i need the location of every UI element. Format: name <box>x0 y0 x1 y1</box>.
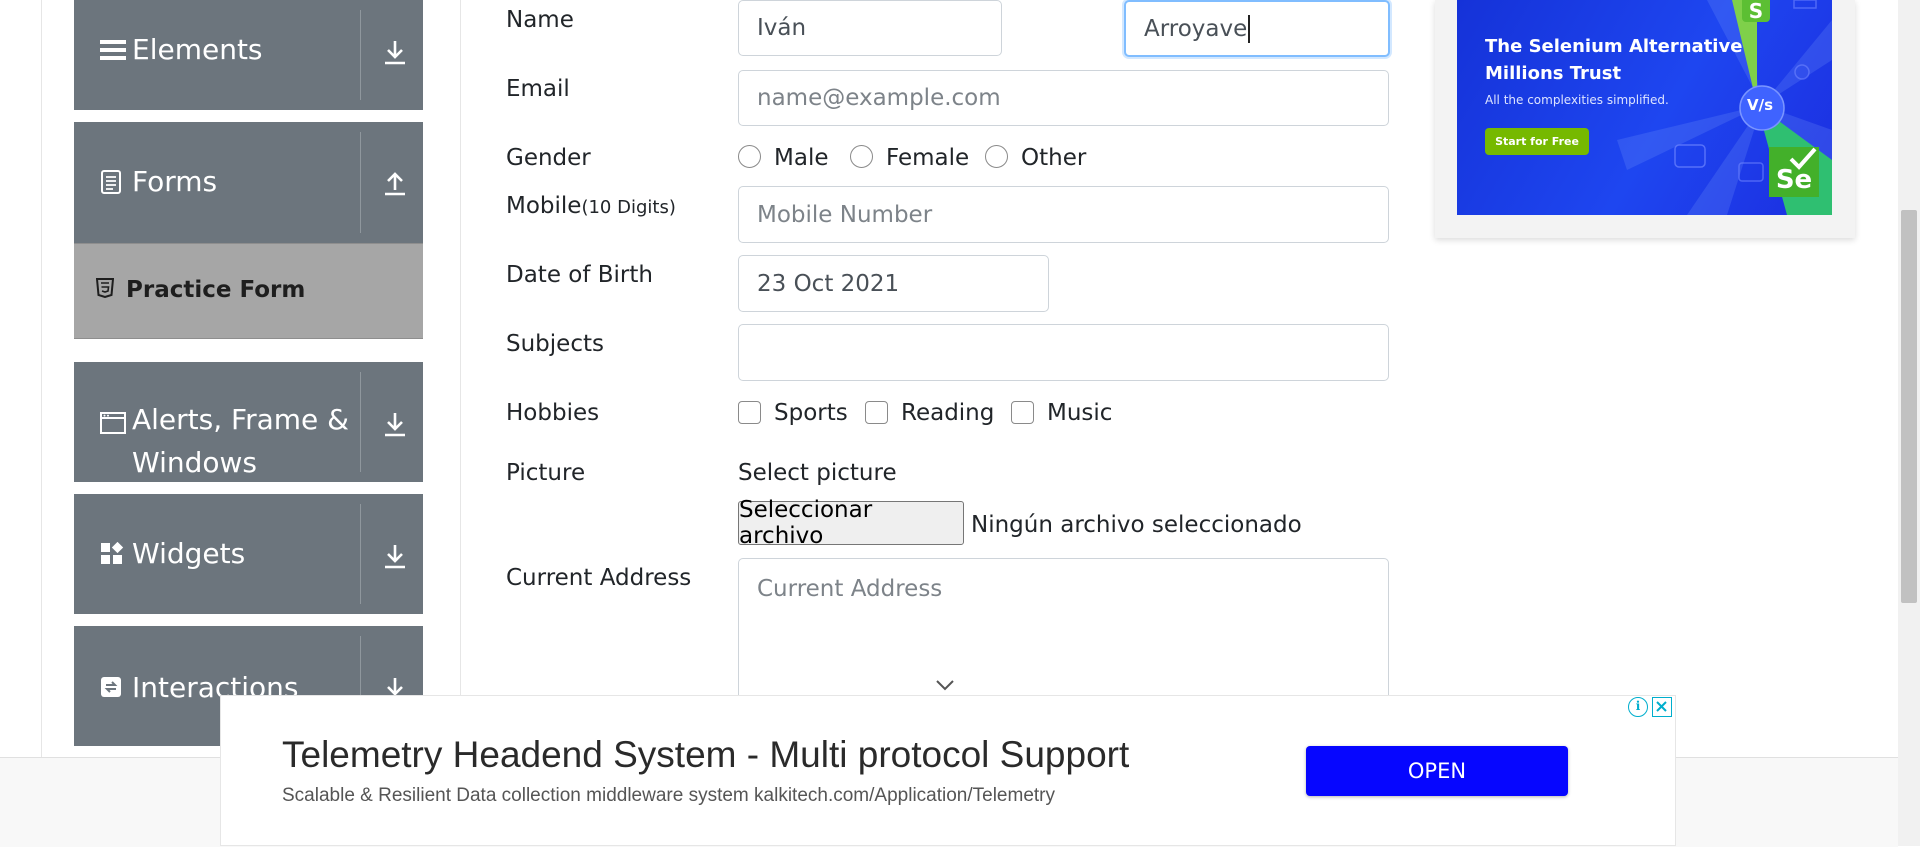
download-arrow-icon[interactable] <box>380 37 410 67</box>
file-status-text: Ningún archivo seleccionado <box>971 512 1302 538</box>
subjects-input[interactable] <box>738 324 1389 381</box>
gender-label: Gender <box>506 145 591 171</box>
widgets-icon <box>100 541 124 570</box>
ad-headline-2: Millions Trust <box>1485 63 1622 84</box>
document-icon <box>100 169 122 199</box>
sidebar-group-forms[interactable]: Forms <box>74 122 423 243</box>
ad-info-icon[interactable]: i <box>1628 697 1648 717</box>
sidebar-group-alerts-frame-windows[interactable]: Alerts, Frame & Windows <box>74 362 423 482</box>
sidebar-group-elements[interactable]: Elements <box>74 0 423 110</box>
current-address-label: Current Address <box>506 565 692 591</box>
hobbies-label: Hobbies <box>506 400 600 426</box>
bottom-ad-title[interactable]: Telemetry Headend System - Multi protoco… <box>282 734 1129 776</box>
sidebar-group-widgets[interactable]: Widgets <box>74 494 423 614</box>
download-arrow-icon[interactable] <box>380 409 410 439</box>
last-name-value: Arroyave <box>1144 15 1248 42</box>
interactions-icon <box>100 676 122 702</box>
address-placeholder: Current Address <box>757 576 943 602</box>
hobby-music-label[interactable]: Music <box>1047 400 1112 426</box>
last-name-input[interactable]: Arroyave <box>1124 0 1390 57</box>
ad-subline: All the complexities simplified. <box>1485 93 1669 107</box>
current-address-textarea[interactable]: Current Address <box>738 558 1389 718</box>
gender-female-label[interactable]: Female <box>886 145 969 171</box>
shopify-badge-icon: S <box>1742 0 1770 22</box>
sidebar-left-border <box>41 0 42 760</box>
mobile-placeholder: Mobile Number <box>757 201 933 228</box>
group-label: Forms <box>132 165 218 198</box>
text-caret <box>1248 14 1251 43</box>
download-arrow-icon[interactable] <box>380 541 410 571</box>
sidebar-right-border <box>460 0 461 760</box>
divider <box>360 372 361 472</box>
group-label: Elements <box>132 33 263 66</box>
hobby-sports-checkbox[interactable] <box>738 401 761 424</box>
gender-other-label[interactable]: Other <box>1021 145 1086 171</box>
first-name-input[interactable]: Iván <box>738 0 1002 56</box>
hobby-music-checkbox[interactable] <box>1011 401 1034 424</box>
email-field[interactable]: name@example.com <box>738 70 1389 126</box>
dob-label: Date of Birth <box>506 262 653 288</box>
sidebar-item-practice-form[interactable]: Practice Form <box>74 243 423 339</box>
versus-badge: V/s <box>1747 96 1774 114</box>
bottom-ad-subtitle[interactable]: Scalable & Resilient Data collection mid… <box>282 785 1055 807</box>
open-button[interactable]: OPEN <box>1306 746 1568 796</box>
checkmark-icon <box>1789 147 1817 170</box>
gender-male-label[interactable]: Male <box>774 145 828 171</box>
group-label-line-2: Windows <box>132 446 257 479</box>
hamburger-icon <box>100 38 126 66</box>
scrollbar-thumb[interactable] <box>1901 210 1917 603</box>
group-label: Alerts, Frame & <box>132 403 350 436</box>
sidebar-item-label: Practice Form <box>126 277 306 303</box>
select-picture-label: Select picture <box>738 460 897 486</box>
gender-female-radio[interactable] <box>850 145 873 168</box>
mobile-label: Mobile(10 Digits) <box>506 193 676 219</box>
gender-other-radio[interactable] <box>985 145 1008 168</box>
choose-file-button[interactable]: Seleccionar archivo <box>738 497 964 549</box>
name-label: Name <box>506 7 574 33</box>
divider <box>360 10 361 100</box>
divider <box>360 132 361 233</box>
selenium-alternative-ad[interactable]: S V/s The Selenium Alternative Millions … <box>1457 0 1832 215</box>
start-for-free-button[interactable]: Start for Free <box>1485 128 1589 155</box>
divider <box>360 504 361 604</box>
subjects-label: Subjects <box>506 331 604 357</box>
ad-close-icon[interactable] <box>1652 697 1672 717</box>
group-label: Widgets <box>132 537 246 570</box>
chevron-down-icon <box>935 676 955 695</box>
dob-value: 23 Oct 2021 <box>757 270 900 297</box>
email-label: Email <box>506 76 570 102</box>
hobby-sports-label[interactable]: Sports <box>774 400 848 426</box>
email-placeholder: name@example.com <box>757 85 1001 111</box>
date-of-birth-input[interactable]: 23 Oct 2021 <box>738 255 1049 312</box>
first-name-value: Iván <box>757 15 807 41</box>
hobby-reading-checkbox[interactable] <box>865 401 888 424</box>
mobile-hint: (10 Digits) <box>581 197 676 218</box>
gender-male-radio[interactable] <box>738 145 761 168</box>
upload-arrow-icon[interactable] <box>380 168 410 198</box>
window-icon <box>100 412 126 438</box>
picture-label: Picture <box>506 460 586 486</box>
html5-icon <box>95 278 115 302</box>
hobby-reading-label[interactable]: Reading <box>901 400 994 426</box>
mobile-number-field[interactable]: Mobile Number <box>738 186 1389 243</box>
ad-headline-1: The Selenium Alternative <box>1485 36 1743 57</box>
